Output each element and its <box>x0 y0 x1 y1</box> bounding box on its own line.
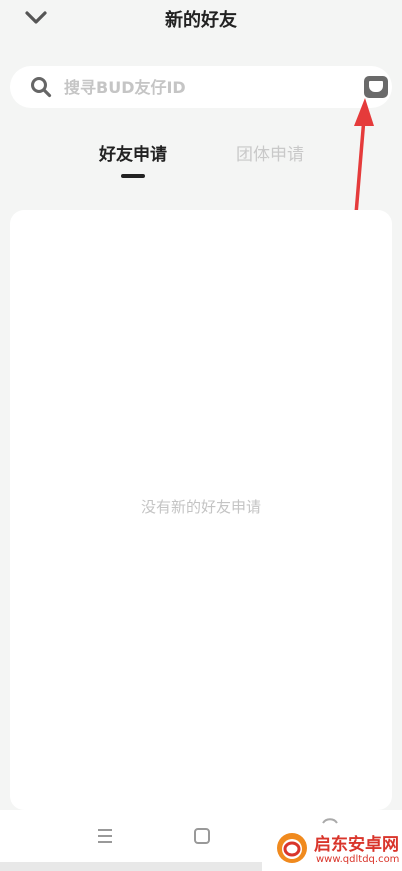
requests-panel: 没有新的好友申请 <box>10 210 392 810</box>
watermark: 启东安卓网 www.qdltdq.com <box>262 826 402 871</box>
search-icon <box>31 77 52 98</box>
scan-button[interactable] <box>364 76 388 98</box>
home-icon[interactable] <box>190 824 214 848</box>
active-tab-indicator <box>121 174 145 178</box>
menu-icon[interactable] <box>93 824 117 848</box>
scan-icon <box>369 81 383 92</box>
header: 新的好友 <box>0 0 402 40</box>
page-title: 新的好友 <box>165 10 237 31</box>
tab-friend-requests[interactable]: 好友申请 <box>99 140 167 165</box>
search-input[interactable] <box>64 66 344 108</box>
tab-group-requests[interactable]: 团体申请 <box>236 140 304 165</box>
watermark-name: 启东安卓网 <box>314 835 399 855</box>
empty-state-message: 没有新的好友申请 <box>140 498 261 516</box>
tab-bar: 好友申请 团体申请 <box>0 140 402 180</box>
watermark-logo-icon <box>277 833 307 863</box>
watermark-url: www.qdltdq.com <box>316 854 400 865</box>
search-bar <box>10 66 392 108</box>
